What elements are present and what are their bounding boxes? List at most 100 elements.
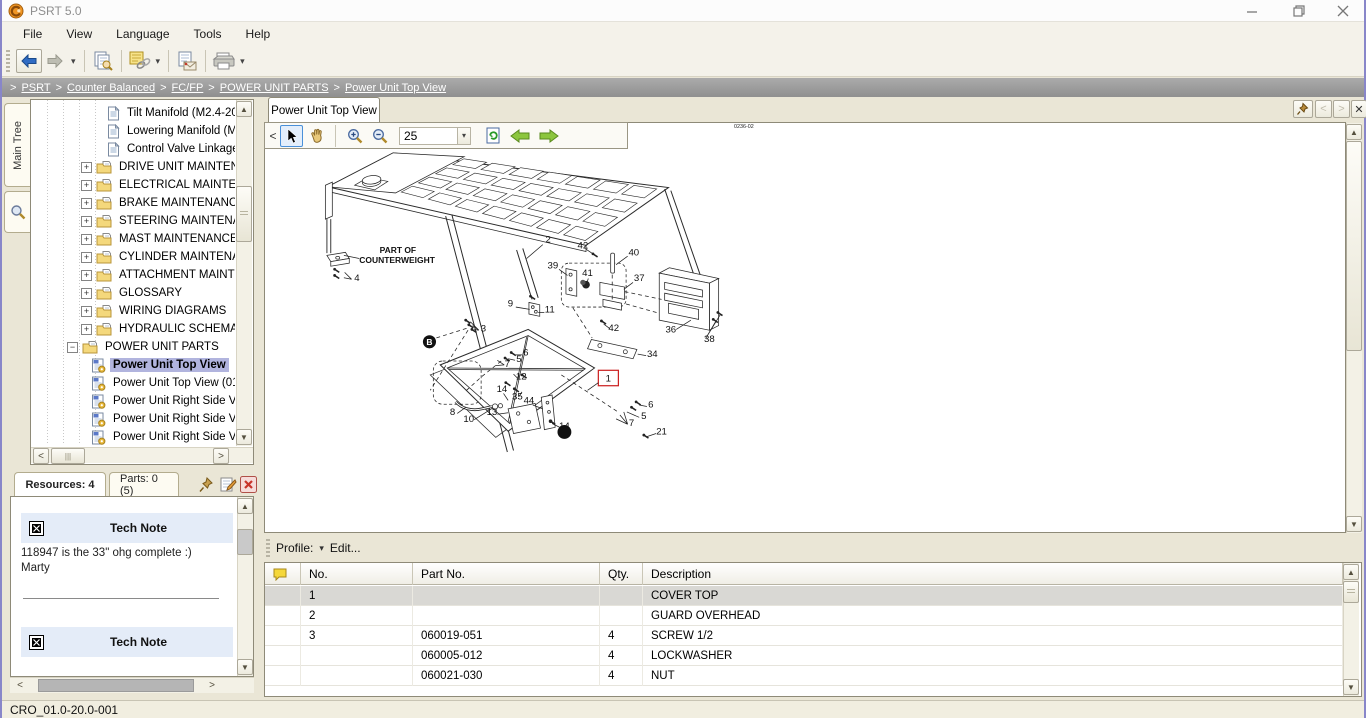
breadcrumb-link-counter-balanced[interactable]: Counter Balanced	[67, 82, 155, 94]
part-callout-7[interactable]: 7	[505, 359, 510, 370]
part-callout-34[interactable]: 34	[647, 349, 658, 360]
part-callout-42[interactable]: 42	[578, 240, 589, 251]
part-callout-41[interactable]: 41	[582, 268, 593, 279]
part-callout-5[interactable]: 5	[641, 411, 646, 422]
tree-item-hydraulic-schematics[interactable]: +HYDRAULIC SCHEMATICS	[31, 320, 235, 338]
table-vscroll-up[interactable]: ▲	[1343, 564, 1359, 580]
print-dropdown-caret[interactable]: ▾	[237, 56, 248, 67]
table-row[interactable]: 2GUARD OVERHEAD	[265, 606, 1343, 626]
tree-item-glossary[interactable]: +GLOSSARY	[31, 284, 235, 302]
resources-hscroll-left[interactable]: <	[12, 677, 28, 693]
part-callout-2[interactable]: 2	[546, 234, 551, 245]
tree-item-power-unit-right-side-view[interactable]: Power Unit Right Side View	[31, 410, 235, 428]
canvas-vscroll-down[interactable]: ▼	[1346, 516, 1362, 532]
collapse-icon[interactable]: −	[67, 342, 78, 353]
part-callout-37[interactable]: 37	[634, 273, 645, 284]
part-callout-6[interactable]: 6	[648, 399, 653, 410]
tree-item-drive-unit-maintenance[interactable]: +DRIVE UNIT MAINTENANCE	[31, 158, 235, 176]
refresh-button[interactable]	[481, 125, 504, 147]
expand-icon[interactable]: +	[81, 198, 92, 209]
part-callout-36[interactable]: 36	[665, 325, 676, 336]
tree-vscroll-down[interactable]: ▼	[236, 429, 252, 445]
breadcrumb-link-fc-fp[interactable]: FC/FP	[172, 82, 204, 94]
resources-close-button[interactable]	[240, 476, 257, 498]
expand-icon[interactable]: +	[81, 180, 92, 191]
canvas-vscroll-up[interactable]: ▲	[1346, 124, 1362, 140]
tree-item-tilt-manifold-m2-4-20[interactable]: Tilt Manifold (M2.4-20	[31, 104, 235, 122]
column-header-qty[interactable]: Qty.	[600, 563, 643, 585]
expand-icon[interactable]: +	[81, 162, 92, 173]
tree-item-brake-maintenance[interactable]: +BRAKE MAINTENANCE	[31, 194, 235, 212]
tab-next-button[interactable]: >	[1333, 100, 1350, 118]
tab-pin-button[interactable]	[1293, 100, 1313, 118]
expand-icon[interactable]: +	[81, 216, 92, 227]
tab-resources[interactable]: Resources: 4	[14, 472, 106, 497]
note-link-button[interactable]	[127, 49, 153, 73]
search-pages-button[interactable]	[90, 49, 116, 73]
part-callout-1[interactable]: 1	[606, 373, 611, 384]
profile-dropdown-caret[interactable]: ▾	[319, 543, 324, 554]
zoom-dropdown-button[interactable]: ▾	[457, 127, 471, 145]
part-callout-14[interactable]: 14	[559, 421, 570, 432]
viewer-toolbar-collapse[interactable]: <	[268, 129, 278, 143]
restore-button[interactable]	[1282, 2, 1312, 20]
breadcrumb-link-psrt[interactable]: PSRT	[21, 82, 50, 94]
table-vscroll-thumb[interactable]	[1343, 581, 1359, 603]
tree-item-power-unit-top-view-01[interactable]: Power Unit Top View (01	[31, 374, 235, 392]
part-callout-5[interactable]: 5	[516, 354, 521, 365]
part-callout-3[interactable]: 3	[481, 324, 486, 335]
tree-vscroll-thumb[interactable]	[236, 186, 252, 242]
search-tab[interactable]	[4, 191, 30, 233]
profile-bar-grip[interactable]	[266, 539, 270, 557]
part-callout-7[interactable]: 7	[629, 418, 634, 429]
table-vscroll-down[interactable]: ▼	[1343, 679, 1359, 695]
main-tree-tab[interactable]: Main Tree	[4, 103, 30, 187]
tree-item-wiring-diagrams[interactable]: +WIRING DIAGRAMS	[31, 302, 235, 320]
resources-hscroll-right[interactable]: >	[204, 677, 220, 693]
part-callout-11[interactable]: 11	[545, 304, 555, 315]
note-column-header[interactable]	[265, 563, 301, 585]
part-callout-14[interactable]: 14	[497, 384, 508, 395]
table-row[interactable]: 060005-0124LOCKWASHER	[265, 646, 1343, 666]
menu-file[interactable]: File	[12, 24, 53, 44]
breadcrumb-link-power-unit-top-view[interactable]: Power Unit Top View	[345, 82, 446, 94]
expand-icon[interactable]: +	[81, 252, 92, 263]
previous-diagram-button[interactable]	[506, 125, 533, 147]
tree-item-cylinder-maintenance[interactable]: +CYLINDER MAINTENANCE	[31, 248, 235, 266]
expand-icon[interactable]: +	[81, 288, 92, 299]
part-callout-44[interactable]: 44	[524, 395, 535, 406]
part-callout-39[interactable]: 39	[547, 261, 558, 272]
tab-parts[interactable]: Parts: 0 (5)	[109, 472, 179, 497]
tree-item-power-unit-parts[interactable]: −POWER UNIT PARTS	[31, 338, 235, 356]
tree-item-lowering-manifold-m[interactable]: Lowering Manifold (M	[31, 122, 235, 140]
menu-tools[interactable]: Tools	[183, 24, 233, 44]
part-callout-40[interactable]: 40	[628, 247, 639, 258]
expand-icon[interactable]: +	[81, 234, 92, 245]
minimize-button[interactable]	[1237, 2, 1267, 20]
forward-button[interactable]	[42, 49, 68, 73]
column-header-description[interactable]: Description	[643, 563, 1343, 585]
resources-vscroll-down[interactable]: ▼	[237, 659, 253, 675]
tree-item-steering-maintenance[interactable]: +STEERING MAINTENANCE	[31, 212, 235, 230]
part-callout-6[interactable]: 6	[523, 348, 528, 359]
close-button[interactable]	[1328, 2, 1358, 20]
resources-vscroll-track[interactable]	[237, 497, 253, 676]
tree-item-control-valve-linkage[interactable]: Control Valve Linkage	[31, 140, 235, 158]
zoom-out-button[interactable]	[368, 125, 391, 147]
tree-item-power-unit-top-view[interactable]: Power Unit Top View	[31, 356, 235, 374]
print-button[interactable]	[211, 49, 237, 73]
tab-close-button[interactable]: ✕	[1351, 100, 1366, 118]
resources-vscroll-thumb[interactable]	[237, 529, 253, 555]
note-checkbox-icon[interactable]	[29, 635, 44, 650]
tree-hscroll-right[interactable]: >	[213, 448, 229, 464]
column-header-partno[interactable]: Part No.	[413, 563, 600, 585]
note-checkbox-icon[interactable]	[29, 521, 44, 536]
tab-prev-button[interactable]: <	[1315, 100, 1332, 118]
menu-view[interactable]: View	[55, 24, 103, 44]
tree-hscroll-thumb[interactable]: |||	[51, 448, 85, 464]
zoom-level-input[interactable]	[399, 127, 457, 145]
menu-language[interactable]: Language	[105, 24, 180, 44]
document-tab[interactable]: Power Unit Top View	[268, 97, 380, 123]
back-button[interactable]	[16, 49, 42, 73]
table-row[interactable]: 060021-0304NUT	[265, 666, 1343, 686]
